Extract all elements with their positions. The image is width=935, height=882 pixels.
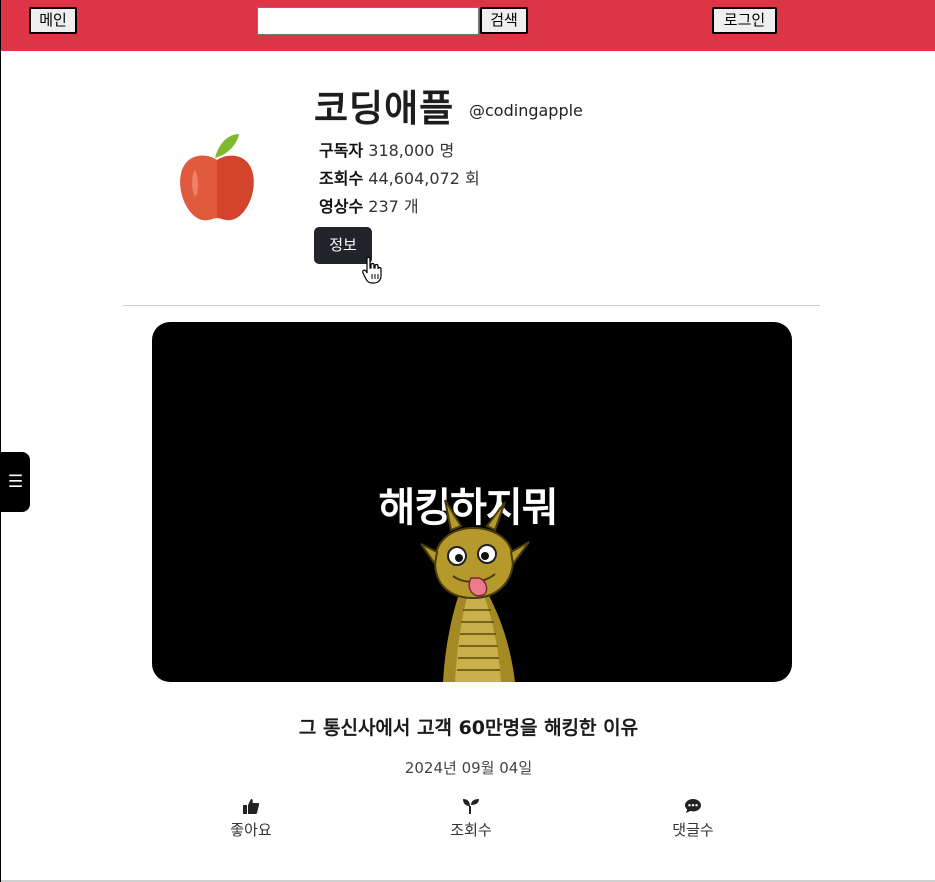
- stat-unit: 개: [403, 197, 419, 216]
- comments-metric[interactable]: 댓글수: [648, 797, 738, 840]
- top-nav-bar: 메인 검색 로그인: [1, 0, 935, 51]
- likes-metric[interactable]: 좋아요: [206, 797, 296, 840]
- metric-label: 댓글수: [672, 821, 714, 839]
- stat-unit: 명: [439, 141, 455, 160]
- thumbs-up-icon: [243, 799, 260, 814]
- metric-label: 좋아요: [230, 821, 272, 839]
- apple-icon: [180, 134, 254, 221]
- stat-value: 318,000: [368, 141, 435, 160]
- sprout-icon: [463, 799, 479, 814]
- subscriber-count: 구독자 318,000 명: [319, 137, 454, 161]
- channel-handle: @codingapple: [469, 101, 583, 120]
- login-button[interactable]: 로그인: [712, 7, 777, 34]
- stat-value: 237: [368, 197, 399, 216]
- stat-label: 조회수: [319, 169, 364, 188]
- metric-label: 조회수: [450, 821, 492, 839]
- view-count: 조회수 44,604,072 회: [319, 165, 480, 189]
- channel-name: 코딩애플: [314, 87, 455, 130]
- video-count: 영상수 237 개: [319, 193, 419, 217]
- views-metric[interactable]: 조회수: [426, 797, 516, 840]
- dragon-illustration: [420, 499, 530, 682]
- stat-unit: 회: [464, 169, 480, 188]
- search-input[interactable]: [257, 7, 479, 35]
- hand-pointer-icon: [362, 256, 382, 284]
- sidebar-toggle[interactable]: ☰: [1, 452, 30, 512]
- comment-icon: [685, 799, 701, 813]
- main-button[interactable]: 메인: [29, 7, 77, 34]
- video-title[interactable]: 그 통신사에서 고객 60만명을 해킹한 이유: [1, 713, 935, 740]
- hamburger-icon: ☰: [7, 472, 24, 492]
- divider: [123, 305, 820, 306]
- stat-label: 영상수: [319, 197, 364, 216]
- stat-label: 구독자: [319, 141, 364, 160]
- video-date: 2024년 09월 04일: [404, 759, 533, 777]
- search-button[interactable]: 검색: [480, 7, 528, 34]
- stat-value: 44,604,072: [368, 169, 460, 188]
